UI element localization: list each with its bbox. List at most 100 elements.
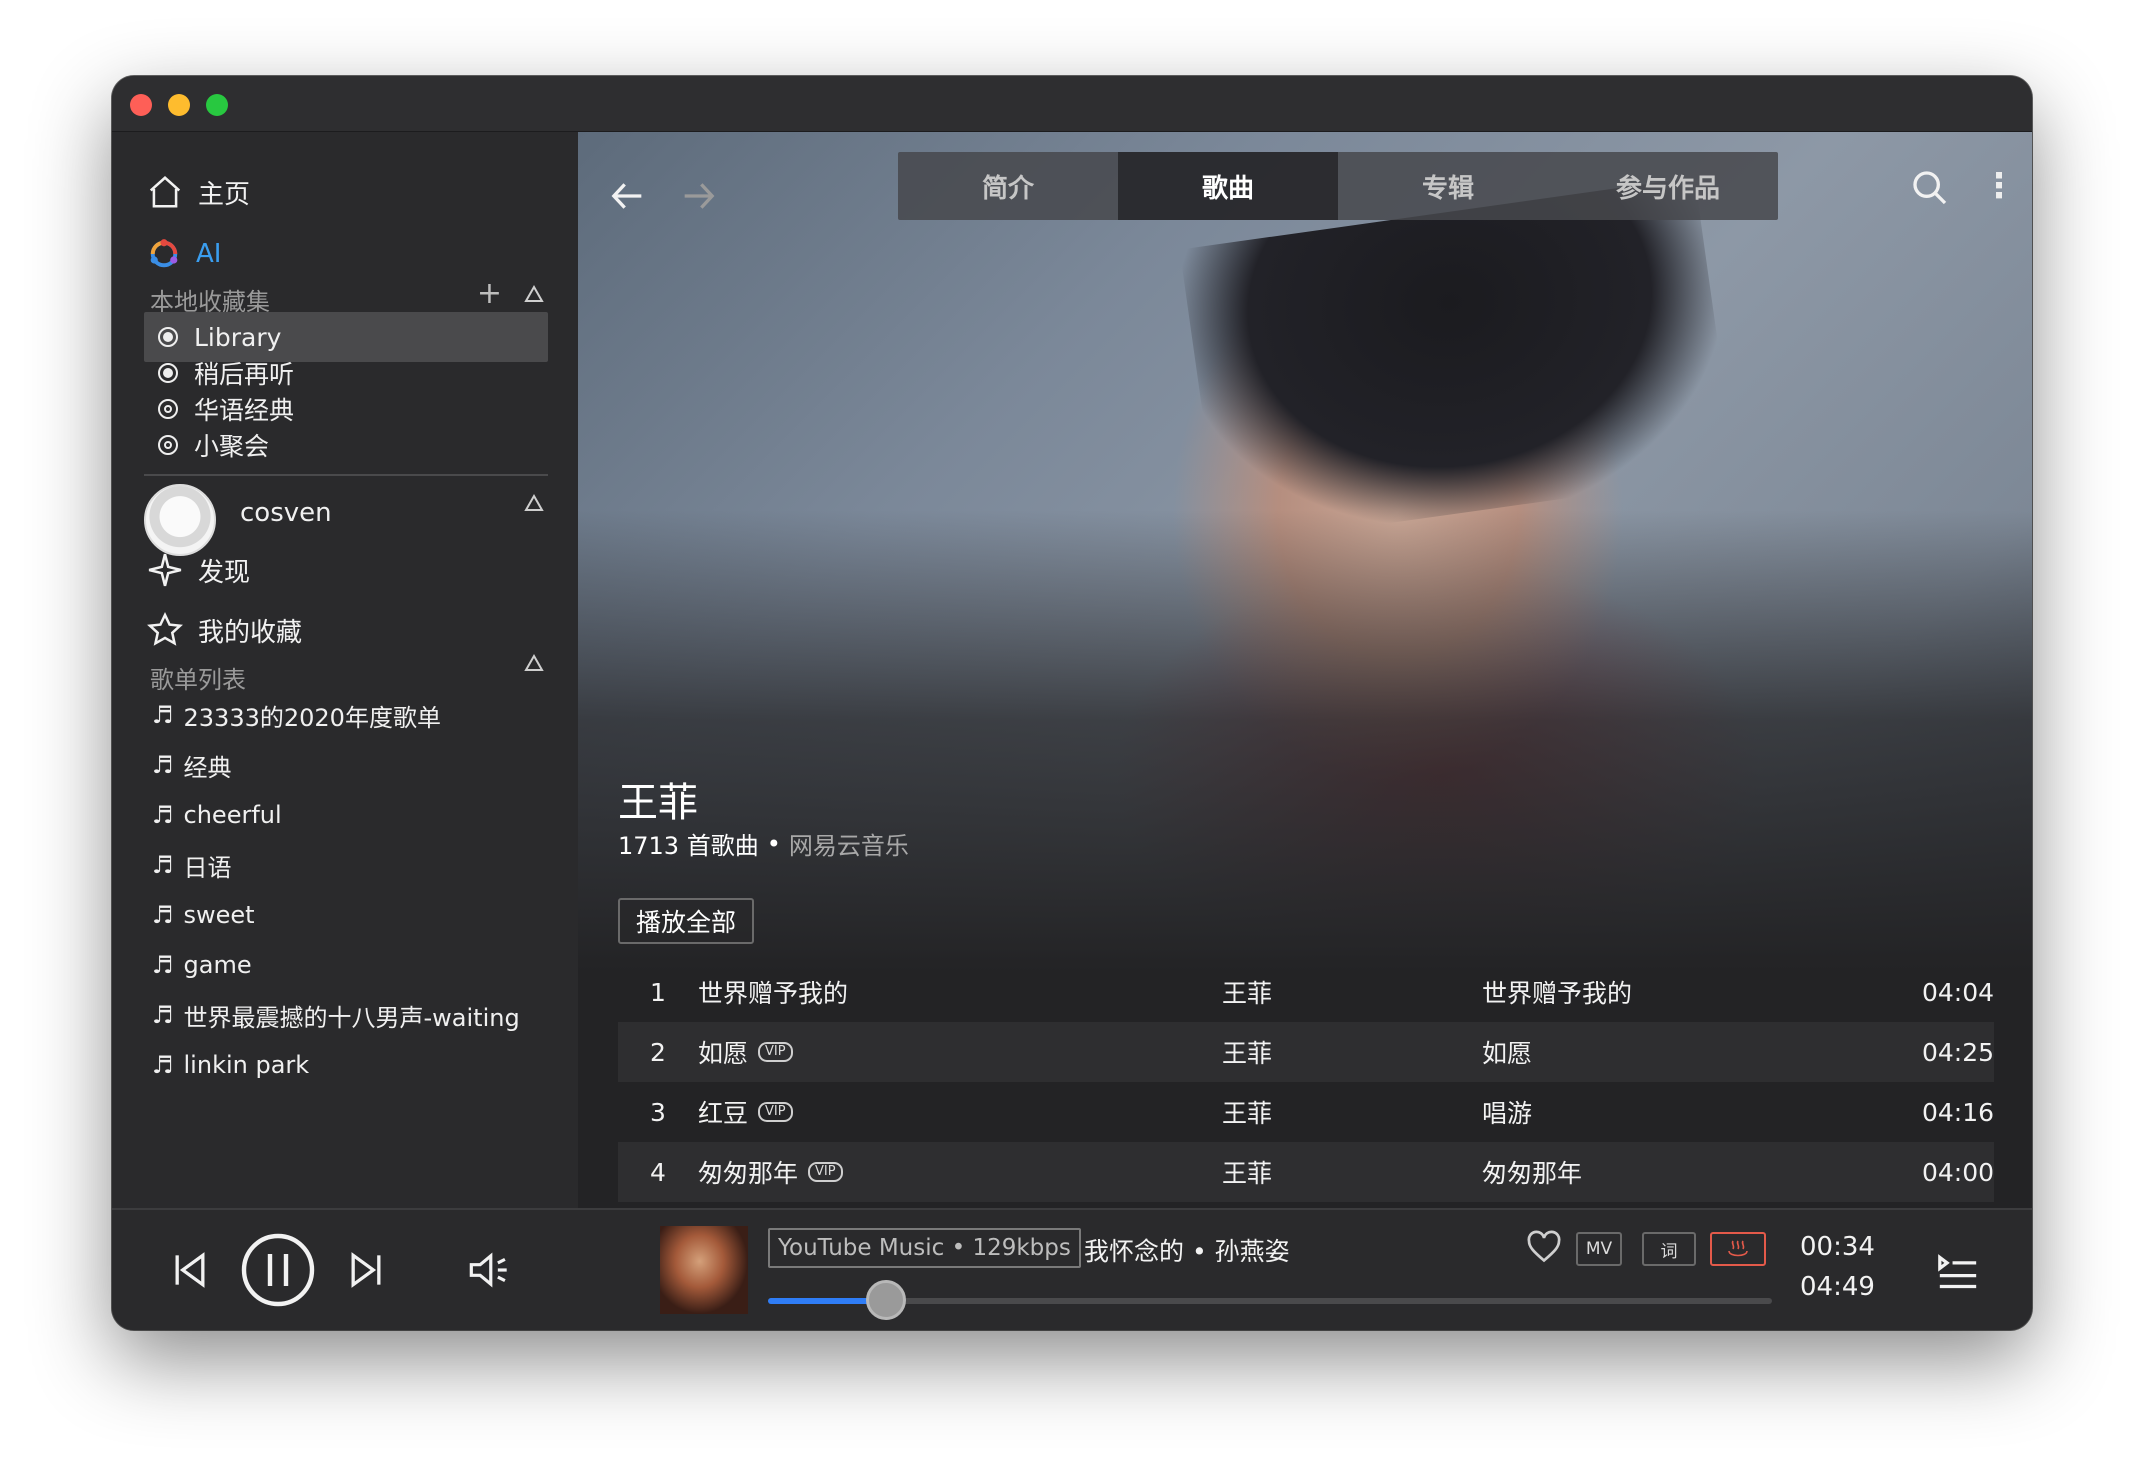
song-artist[interactable]: 王菲	[1222, 974, 1482, 1010]
playlist-item[interactable]: ♬ cheerful	[152, 792, 282, 838]
now-playing-title[interactable]: 我怀念的 • 孙燕姿	[1084, 1232, 1290, 1268]
current-time: 00:34	[1800, 1232, 1875, 1262]
vip-badge: VIP	[758, 1042, 793, 1062]
back-arrow-icon[interactable]	[608, 176, 648, 216]
home-icon	[149, 176, 181, 208]
heart-icon[interactable]	[1526, 1230, 1562, 1264]
music-note-icon: ♬	[152, 1051, 174, 1079]
sidebar-item-ai[interactable]: AI	[146, 230, 221, 278]
song-title-cell: 如愿 VIP	[698, 1034, 1222, 1070]
volume-icon[interactable]	[466, 1248, 512, 1292]
music-note-icon: ♬	[152, 851, 174, 879]
song-title: 如愿	[698, 1039, 749, 1068]
collection-item-party[interactable]: 小聚会	[144, 420, 548, 470]
song-duration: 04:00	[1921, 1157, 1994, 1187]
playlist-item[interactable]: ♬ game	[152, 942, 252, 988]
sidebar-item-favorites[interactable]: 我的收藏	[146, 606, 302, 654]
mv-button[interactable]: MV	[1576, 1232, 1622, 1266]
playlist-item[interactable]: ♬ 世界最震撼的十八男声-waiting	[152, 992, 520, 1038]
close-window-button[interactable]	[130, 94, 152, 116]
play-all-button[interactable]: 播放全部	[618, 898, 755, 944]
artist-name: 王菲	[618, 780, 698, 826]
artist-source: 网易云音乐	[788, 832, 909, 860]
sidebar-item-favorites-label: 我的收藏	[198, 617, 303, 648]
playlist-item-label: sweet	[183, 901, 255, 929]
minimize-window-button[interactable]	[168, 94, 190, 116]
song-album[interactable]: 唱游	[1482, 1094, 1862, 1130]
song-list: 1 世界赠予我的 王菲 世界赠予我的 04:04 2 如愿 VIP 王菲 如愿 0…	[618, 962, 1994, 1202]
main-content: 简介 歌曲 专辑 参与作品 ⋮ 王菲 1713 首歌曲 • 网易云音乐 播放全部…	[578, 132, 2032, 1208]
artist-tabs: 简介 歌曲 专辑 参与作品	[898, 152, 1778, 220]
vip-badge: VIP	[808, 1162, 843, 1182]
song-album[interactable]: 匆匆那年	[1482, 1154, 1862, 1190]
playlist-item-label: cheerful	[183, 801, 282, 829]
search-icon[interactable]	[1910, 168, 1950, 208]
playlist-queue-icon[interactable]	[1936, 1252, 1980, 1292]
music-note-icon: ♬	[152, 901, 174, 929]
collection-radio-icon	[158, 399, 178, 419]
previous-track-icon[interactable]	[168, 1248, 212, 1292]
hot-comments-button[interactable]	[1710, 1232, 1766, 1266]
artist-meta: 1713 首歌曲 • 网易云音乐	[618, 826, 909, 861]
playlist-item[interactable]: ♬ 23333的2020年度歌单	[152, 692, 441, 738]
song-index: 3	[650, 1097, 666, 1127]
song-title: 世界赠予我的	[698, 979, 849, 1008]
username[interactable]: cosven	[240, 498, 332, 528]
tab-contributions[interactable]: 参与作品	[1558, 152, 1778, 220]
sidebar-item-home[interactable]: 主页	[146, 168, 250, 216]
more-options-icon[interactable]: ⋮	[1982, 166, 2016, 206]
album-cover-thumbnail[interactable]	[660, 1226, 748, 1314]
tab-albums[interactable]: 专辑	[1338, 152, 1558, 220]
song-index: 1	[650, 977, 666, 1007]
collection-radio-icon	[158, 435, 178, 455]
playlist-item[interactable]: ♬ 经典	[152, 742, 232, 788]
song-album[interactable]: 如愿	[1482, 1034, 1862, 1070]
meta-separator: •	[766, 829, 781, 858]
song-title: 匆匆那年	[698, 1159, 799, 1188]
sidebar-divider	[144, 474, 548, 476]
playlist-item[interactable]: ♬ 日语	[152, 842, 232, 888]
lyrics-button[interactable]: 词	[1642, 1232, 1696, 1266]
playlist-item-label: linkin park	[183, 1051, 310, 1079]
song-title-cell: 匆匆那年 VIP	[698, 1154, 1222, 1190]
song-duration: 04:25	[1921, 1037, 1994, 1067]
collapse-triangle-icon[interactable]	[524, 284, 544, 303]
collapse-triangle-icon[interactable]	[524, 494, 544, 512]
table-row[interactable]: 4 匆匆那年 VIP 王菲 匆匆那年 04:00	[618, 1142, 1994, 1202]
zoom-window-button[interactable]	[206, 94, 228, 116]
song-duration: 04:16	[1921, 1097, 1994, 1127]
song-title: 红豆	[698, 1099, 749, 1128]
hot-spring-icon	[1728, 1240, 1748, 1257]
sidebar: 主页 AI 本地收藏集 + Library 稍后再听 华语经典 小聚会 cosv…	[112, 132, 578, 1208]
sidebar-item-discover[interactable]: 发现	[146, 546, 250, 594]
playlist-item-label: 23333的2020年度歌单	[183, 703, 441, 732]
table-row[interactable]: 3 红豆 VIP 王菲 唱游 04:16	[618, 1082, 1994, 1142]
player-bar: YouTube Music • 129kbps 我怀念的 • 孙燕姿 MV 词 …	[112, 1208, 2032, 1330]
playlist-item-label: 日语	[183, 853, 232, 882]
playback-progress-slider[interactable]	[768, 1280, 1772, 1320]
tab-songs[interactable]: 歌曲	[1118, 152, 1338, 220]
song-artist[interactable]: 王菲	[1222, 1154, 1482, 1190]
song-title-cell: 世界赠予我的	[698, 974, 1222, 1010]
song-album[interactable]: 世界赠予我的	[1482, 974, 1862, 1010]
playlist-item[interactable]: ♬ sweet	[152, 892, 255, 938]
forward-arrow-icon[interactable]	[678, 176, 718, 216]
song-artist[interactable]: 王菲	[1222, 1034, 1482, 1070]
add-collection-icon[interactable]: +	[477, 276, 502, 311]
music-note-icon: ♬	[152, 951, 174, 979]
table-row[interactable]: 2 如愿 VIP 王菲 如愿 04:25	[618, 1022, 1994, 1082]
vip-badge: VIP	[758, 1102, 793, 1122]
progress-handle[interactable]	[866, 1280, 907, 1320]
song-title-cell: 红豆 VIP	[698, 1094, 1222, 1130]
collapse-triangle-icon[interactable]	[524, 654, 544, 672]
sidebar-item-home-label: 主页	[198, 179, 251, 210]
table-row[interactable]: 1 世界赠予我的 王菲 世界赠予我的 04:04	[618, 962, 1994, 1022]
source-quality-tag[interactable]: YouTube Music • 129kbps	[768, 1228, 1081, 1268]
song-duration: 04:04	[1921, 977, 1994, 1007]
playlist-item[interactable]: ♬ linkin park	[152, 1042, 309, 1088]
pause-button[interactable]	[238, 1230, 318, 1310]
tab-intro[interactable]: 简介	[898, 152, 1118, 220]
next-track-icon[interactable]	[344, 1248, 388, 1292]
collection-item-label: 小聚会	[194, 432, 270, 461]
song-artist[interactable]: 王菲	[1222, 1094, 1482, 1130]
